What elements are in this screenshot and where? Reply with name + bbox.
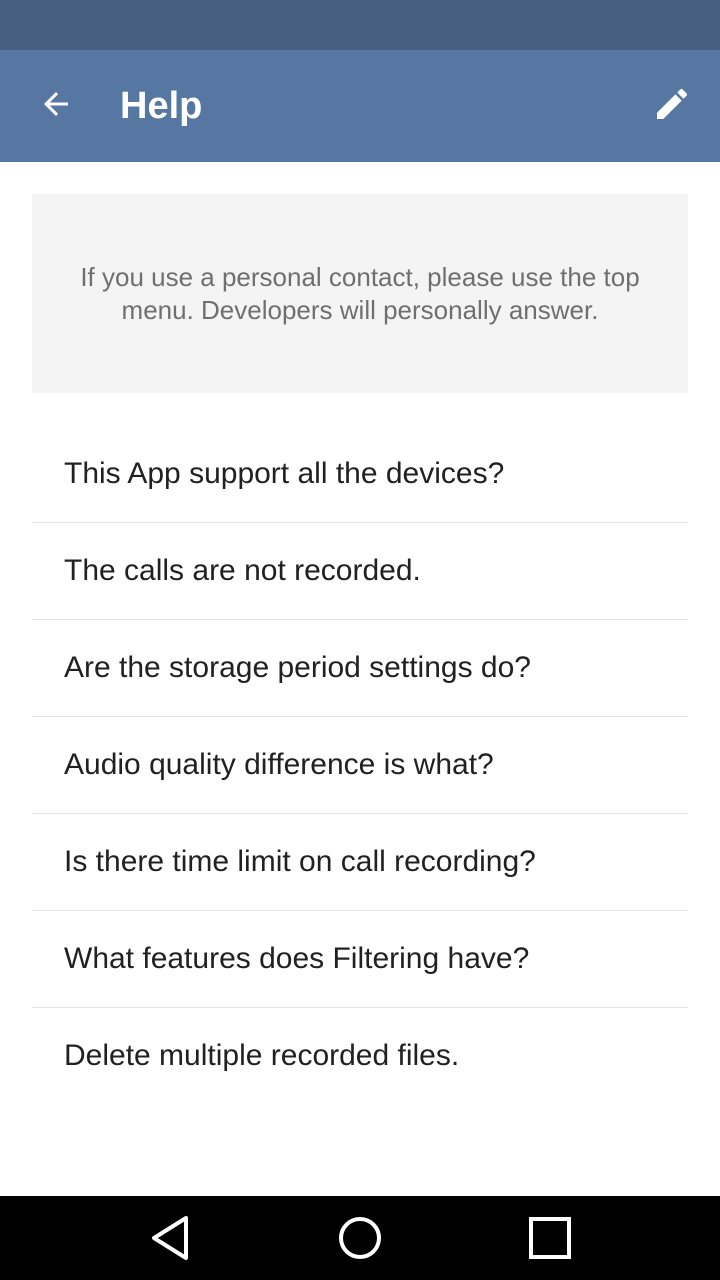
- faq-item-label: Are the storage period settings do?: [64, 651, 531, 684]
- contact-notice: If you use a personal contact, please us…: [32, 194, 688, 393]
- edit-button[interactable]: [640, 72, 704, 136]
- faq-item-label: Is there time limit on call recording?: [64, 845, 536, 878]
- app-bar: Help: [0, 50, 720, 162]
- nav-back-button[interactable]: [130, 1206, 210, 1270]
- faq-item-time-limit[interactable]: Is there time limit on call recording?: [32, 814, 688, 911]
- faq-item-label: What features does Filtering have?: [64, 942, 530, 975]
- page-title: Help: [120, 85, 203, 127]
- back-button[interactable]: [24, 72, 88, 136]
- faq-item-label: Audio quality difference is what?: [64, 748, 494, 781]
- faq-item-delete-files[interactable]: Delete multiple recorded files.: [32, 1008, 688, 1104]
- faq-item-calls-not-recorded[interactable]: The calls are not recorded.: [32, 523, 688, 620]
- system-nav-bar: [0, 1196, 720, 1280]
- nav-back-triangle-icon: [152, 1216, 188, 1260]
- arrow-back-icon: [44, 92, 68, 116]
- faq-item-filtering-features[interactable]: What features does Filtering have?: [32, 911, 688, 1008]
- faq-item-storage-period[interactable]: Are the storage period settings do?: [32, 620, 688, 717]
- status-bar: [0, 0, 720, 50]
- help-screen: Help If you use a personal contact, plea…: [0, 0, 720, 1280]
- faq-item-label: This App support all the devices?: [64, 457, 505, 490]
- faq-item-label: Delete multiple recorded files.: [64, 1039, 460, 1072]
- nav-recents-square-icon: [529, 1217, 571, 1259]
- nav-recents-button[interactable]: [510, 1206, 590, 1270]
- faq-item-device-support[interactable]: This App support all the devices?: [32, 426, 688, 523]
- faq-item-label: The calls are not recorded.: [64, 554, 421, 587]
- nav-home-button[interactable]: [320, 1206, 400, 1270]
- contact-notice-text: If you use a personal contact, please us…: [80, 261, 640, 325]
- faq-item-audio-quality[interactable]: Audio quality difference is what?: [32, 717, 688, 814]
- faq-list: This App support all the devices? The ca…: [32, 426, 688, 1104]
- nav-home-circle-icon: [339, 1217, 381, 1259]
- pencil-icon: [657, 88, 688, 119]
